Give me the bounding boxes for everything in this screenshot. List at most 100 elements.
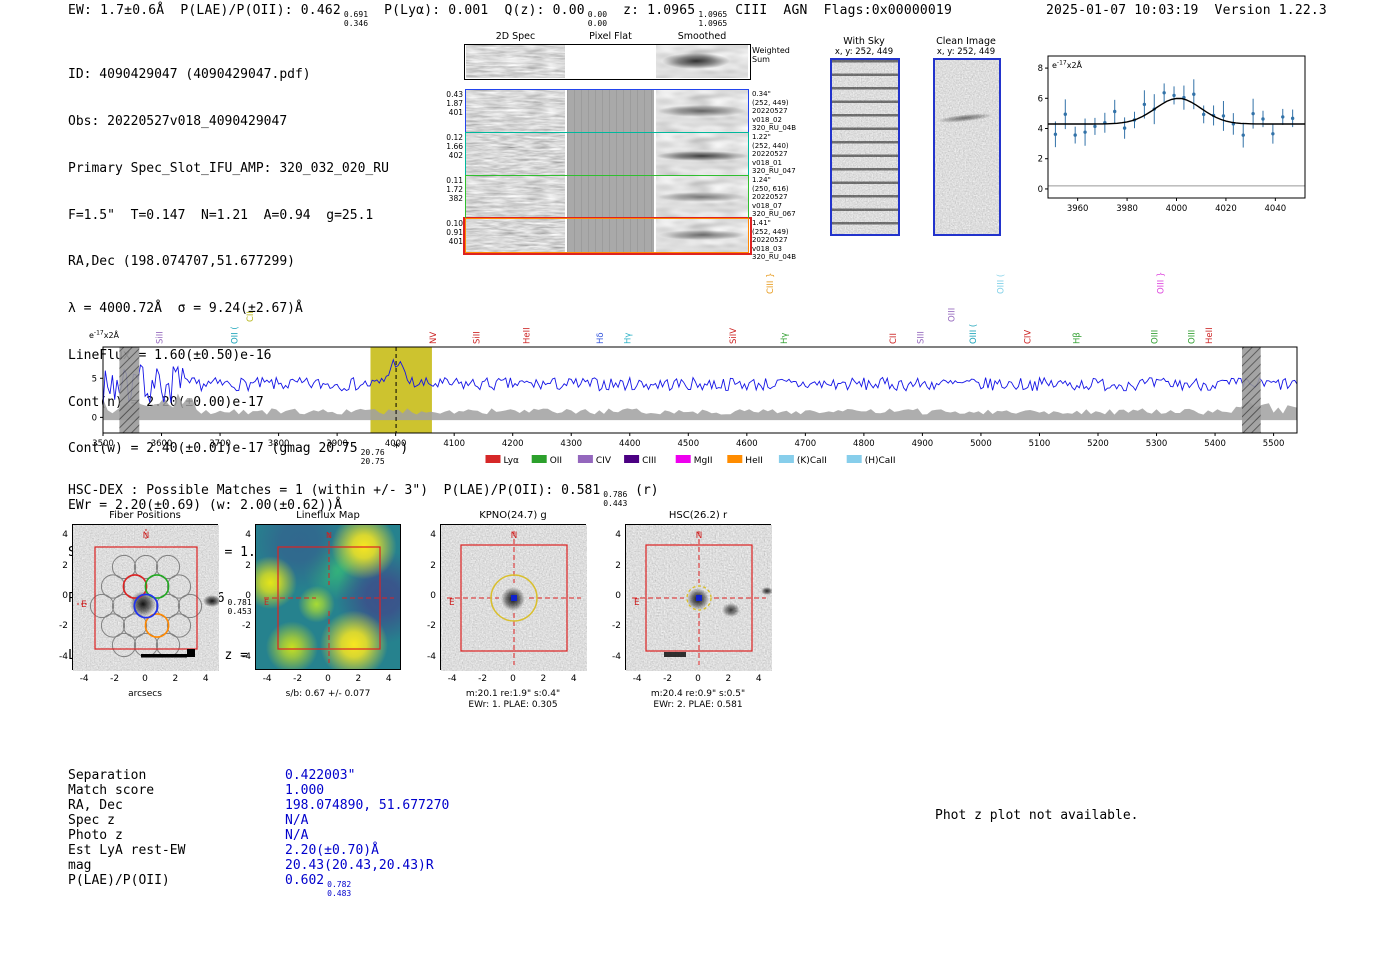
photz-note: Phot z plot not available.	[935, 808, 1139, 823]
spec2d-row-info-labels: 0.34"(252, 449)20220527v018_02320_RU_04B	[752, 90, 804, 133]
cutout-caption: m:20.1 re:1.9" s:0.4"	[430, 689, 596, 700]
spec2d-row3-smoothed	[656, 176, 748, 218]
cutout-lineflux-plot: N E	[255, 524, 401, 670]
emission-line-label: Hβ	[1073, 332, 1083, 344]
cutout-lineflux-map: Lineflux Map N E -4-2024 -4-2024 s/b: 0.…	[229, 508, 429, 723]
x-tick-label: 5400	[1204, 439, 1226, 449]
hsc-captions: m:20.4 re:0.9" s:0.5"EWr: 2. PLAE: 0.581	[615, 689, 781, 711]
emission-line-label: OIII (	[969, 324, 979, 344]
match-table-row: Photo zN/A	[68, 828, 449, 843]
emission-line-label: HeII	[1205, 327, 1215, 344]
scale-bar-end	[187, 649, 195, 657]
match-row-value: 1.000	[285, 783, 324, 798]
hsc-center-marker	[696, 595, 702, 601]
match-row-value: 2.20(±0.70)Å	[285, 843, 379, 858]
legend-swatch	[779, 455, 794, 463]
clean-noise	[935, 60, 999, 234]
x-tick-label: 5300	[1146, 439, 1168, 449]
y-tick-label: -4	[229, 652, 251, 662]
data-point	[1093, 125, 1096, 128]
x-tick-label: 4800	[853, 439, 875, 449]
spec2d-row2-pixelflat	[567, 133, 654, 175]
y-tick-label: -2	[46, 621, 68, 631]
data-point	[1202, 113, 1205, 116]
legend-swatch	[532, 455, 547, 463]
cutout-hsc-plot: N E	[625, 524, 771, 670]
x-tick-label: 4200	[502, 439, 524, 449]
match-row-label: Est LyA rest-EW	[68, 843, 285, 858]
x-tick-label: 5200	[1087, 439, 1109, 449]
emission-line-label: OIII	[1187, 330, 1197, 344]
data-point	[1083, 130, 1086, 133]
x-tick-label: 2	[346, 674, 370, 684]
spec2d-row1-2dspec	[466, 90, 565, 132]
legend-label: Lyα	[504, 456, 520, 466]
match-row-value-stack: 0.7820.483	[327, 881, 351, 898]
cutout-fiber-plot: N E	[72, 524, 218, 670]
masked-band	[1242, 347, 1261, 433]
cutout-kpno-plot: N E	[440, 524, 586, 670]
cutout-caption: EWr: 1. PLAE: 0.305	[430, 700, 596, 711]
cutout-caption: m:20.4 re:0.9" s:0.5"	[615, 689, 781, 700]
x-tick-label: 3980	[1116, 204, 1138, 214]
legend-swatch	[727, 455, 742, 463]
emission-line-label: SiII	[155, 331, 165, 344]
y-tick-label: 5	[92, 374, 97, 384]
clean-image	[933, 58, 1001, 236]
masked-band	[119, 347, 139, 433]
data-point	[1143, 103, 1146, 106]
cutout-hsc-title: HSC(26.2) r	[625, 510, 771, 521]
x-tick-label: 4000	[1166, 204, 1188, 214]
x-tick-label: -2	[656, 674, 680, 684]
spec2d-weighted-label: WeightedSum	[752, 47, 804, 64]
x-tick-label: 4300	[560, 439, 582, 449]
info-id: ID: 4090429047 (4090429047.pdf)	[68, 67, 408, 83]
lineflux-aperture-square	[278, 547, 380, 649]
legend-swatch	[624, 455, 639, 463]
withsky-title: With Sky	[824, 36, 904, 47]
clean-title: Clean Image	[925, 36, 1007, 47]
compass-east-label: E	[264, 598, 269, 607]
match-row-label: RA, Dec	[68, 798, 285, 813]
x-tick-label: 0	[501, 674, 525, 684]
spec2d-row-weight-labels: 0.100.91401	[436, 219, 463, 246]
legend-label: (K)CaII	[797, 456, 827, 466]
legend-label: CIV	[596, 456, 612, 466]
spec2d-row-info-labels: 1.22"(252, 440)20220527v018_01320_RU_047	[752, 133, 804, 176]
x-tick-label: 3900	[326, 439, 348, 449]
emission-line-label: CII	[246, 311, 256, 322]
lineflux-overlay: N E	[256, 525, 402, 671]
x-tick-label: 4	[194, 674, 218, 684]
units-annotation: e-17x2Å	[1052, 59, 1083, 70]
emission-line-label: NV	[429, 332, 439, 344]
y-tick-label: 0	[414, 591, 436, 601]
header-plae-stack: 0.6910.346	[344, 11, 368, 28]
cutout-fiber-svg: N E	[73, 525, 219, 671]
x-tick-label: 3500	[92, 439, 114, 449]
y-tick-label: 0	[599, 591, 621, 601]
match-row-value: 198.074890, 51.677270	[285, 798, 449, 813]
withsky-image	[830, 58, 900, 236]
withsky-coords: x, y: 252, 449	[824, 47, 904, 57]
match-table-row: Match score1.000	[68, 783, 449, 798]
y-tick-label: 2	[599, 561, 621, 571]
header-qz-stack: 0.000.00	[588, 11, 607, 28]
spec2d-row-info-labels: 1.41"(252, 449)20220527v018_03320_RU_04B	[752, 219, 804, 262]
compass-north-label: N	[326, 531, 332, 540]
match-row-label: Photo z	[68, 828, 285, 843]
info-photometry: F=1.5" T=0.147 N=1.21 A=0.94 g=25.1	[68, 208, 408, 224]
y-tick-label: 0	[1038, 185, 1043, 195]
emission-line-label: CIII }	[766, 272, 776, 294]
spec2d-row3-2dspec	[466, 176, 565, 218]
emission-line-label: Hγ	[780, 333, 790, 344]
compass-north-label: N	[511, 531, 518, 541]
legend-swatch	[486, 455, 501, 463]
x-tick-label: 4600	[736, 439, 758, 449]
x-tick-label: 4	[747, 674, 771, 684]
cutout-lineflux-title: Lineflux Map	[255, 510, 401, 521]
x-tick-label: -4	[440, 674, 464, 684]
kpno-center-marker	[511, 595, 517, 601]
x-tick-label: 0	[316, 674, 340, 684]
x-tick-label: 4100	[443, 439, 465, 449]
match-row-value: 0.422003"	[285, 768, 355, 783]
